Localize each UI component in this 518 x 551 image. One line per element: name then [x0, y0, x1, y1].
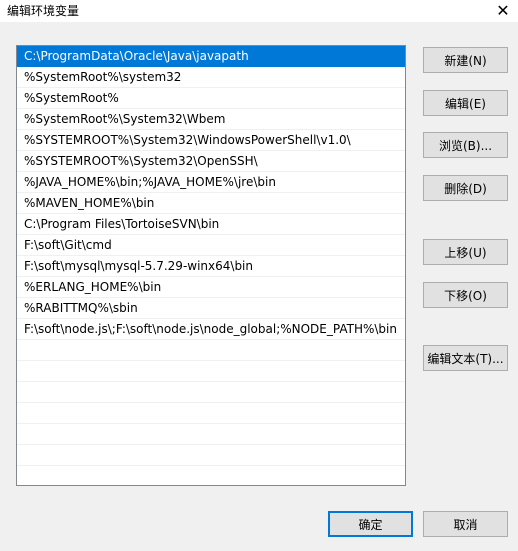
edit-environment-variable-dialog: 编辑环境变量 ✕ C:\ProgramData\Oracle\Java\java… — [0, 0, 518, 551]
list-empty-row[interactable] — [17, 403, 405, 424]
list-empty-row[interactable] — [17, 466, 405, 485]
edit-text-button[interactable]: 编辑文本(T)... — [423, 345, 508, 371]
close-icon[interactable]: ✕ — [488, 0, 518, 22]
list-empty-row[interactable] — [17, 340, 405, 361]
list-empty-row[interactable] — [17, 445, 405, 466]
list-item[interactable]: F:\soft\mysql\mysql-5.7.29-winx64\bin — [17, 256, 405, 277]
list-item[interactable]: F:\soft\node.js\;F:\soft\node.js\node_gl… — [17, 319, 405, 340]
list-item[interactable]: C:\ProgramData\Oracle\Java\javapath — [17, 46, 405, 67]
edit-button[interactable]: 编辑(E) — [423, 90, 508, 116]
title-bar: 编辑环境变量 ✕ — [0, 0, 518, 22]
list-item[interactable]: %SystemRoot%\System32\Wbem — [17, 109, 405, 130]
list-item[interactable]: %RABITTMQ%\sbin — [17, 298, 405, 319]
list-item[interactable]: C:\Program Files\TortoiseSVN\bin — [17, 214, 405, 235]
cancel-button[interactable]: 取消 — [423, 511, 508, 537]
list-item[interactable]: F:\soft\Git\cmd — [17, 235, 405, 256]
list-empty-row[interactable] — [17, 424, 405, 445]
ok-button[interactable]: 确定 — [328, 511, 413, 537]
list-empty-row[interactable] — [17, 361, 405, 382]
list-item[interactable]: %SystemRoot% — [17, 88, 405, 109]
delete-button[interactable]: 删除(D) — [423, 175, 508, 201]
path-list[interactable]: C:\ProgramData\Oracle\Java\javapath %Syst… — [16, 45, 406, 486]
list-item[interactable]: %SYSTEMROOT%\System32\WindowsPowerShell\… — [17, 130, 405, 151]
list-item[interactable]: %ERLANG_HOME%\bin — [17, 277, 405, 298]
list-empty-row[interactable] — [17, 382, 405, 403]
list-item[interactable]: %SYSTEMROOT%\System32\OpenSSH\ — [17, 151, 405, 172]
list-item[interactable]: %SystemRoot%\system32 — [17, 67, 405, 88]
move-up-button[interactable]: 上移(U) — [423, 239, 508, 265]
browse-button[interactable]: 浏览(B)... — [423, 132, 508, 158]
list-item[interactable]: %JAVA_HOME%\bin;%JAVA_HOME%\jre\bin — [17, 172, 405, 193]
new-button[interactable]: 新建(N) — [423, 47, 508, 73]
move-down-button[interactable]: 下移(O) — [423, 282, 508, 308]
list-item[interactable]: %MAVEN_HOME%\bin — [17, 193, 405, 214]
dialog-title: 编辑环境变量 — [7, 4, 80, 18]
